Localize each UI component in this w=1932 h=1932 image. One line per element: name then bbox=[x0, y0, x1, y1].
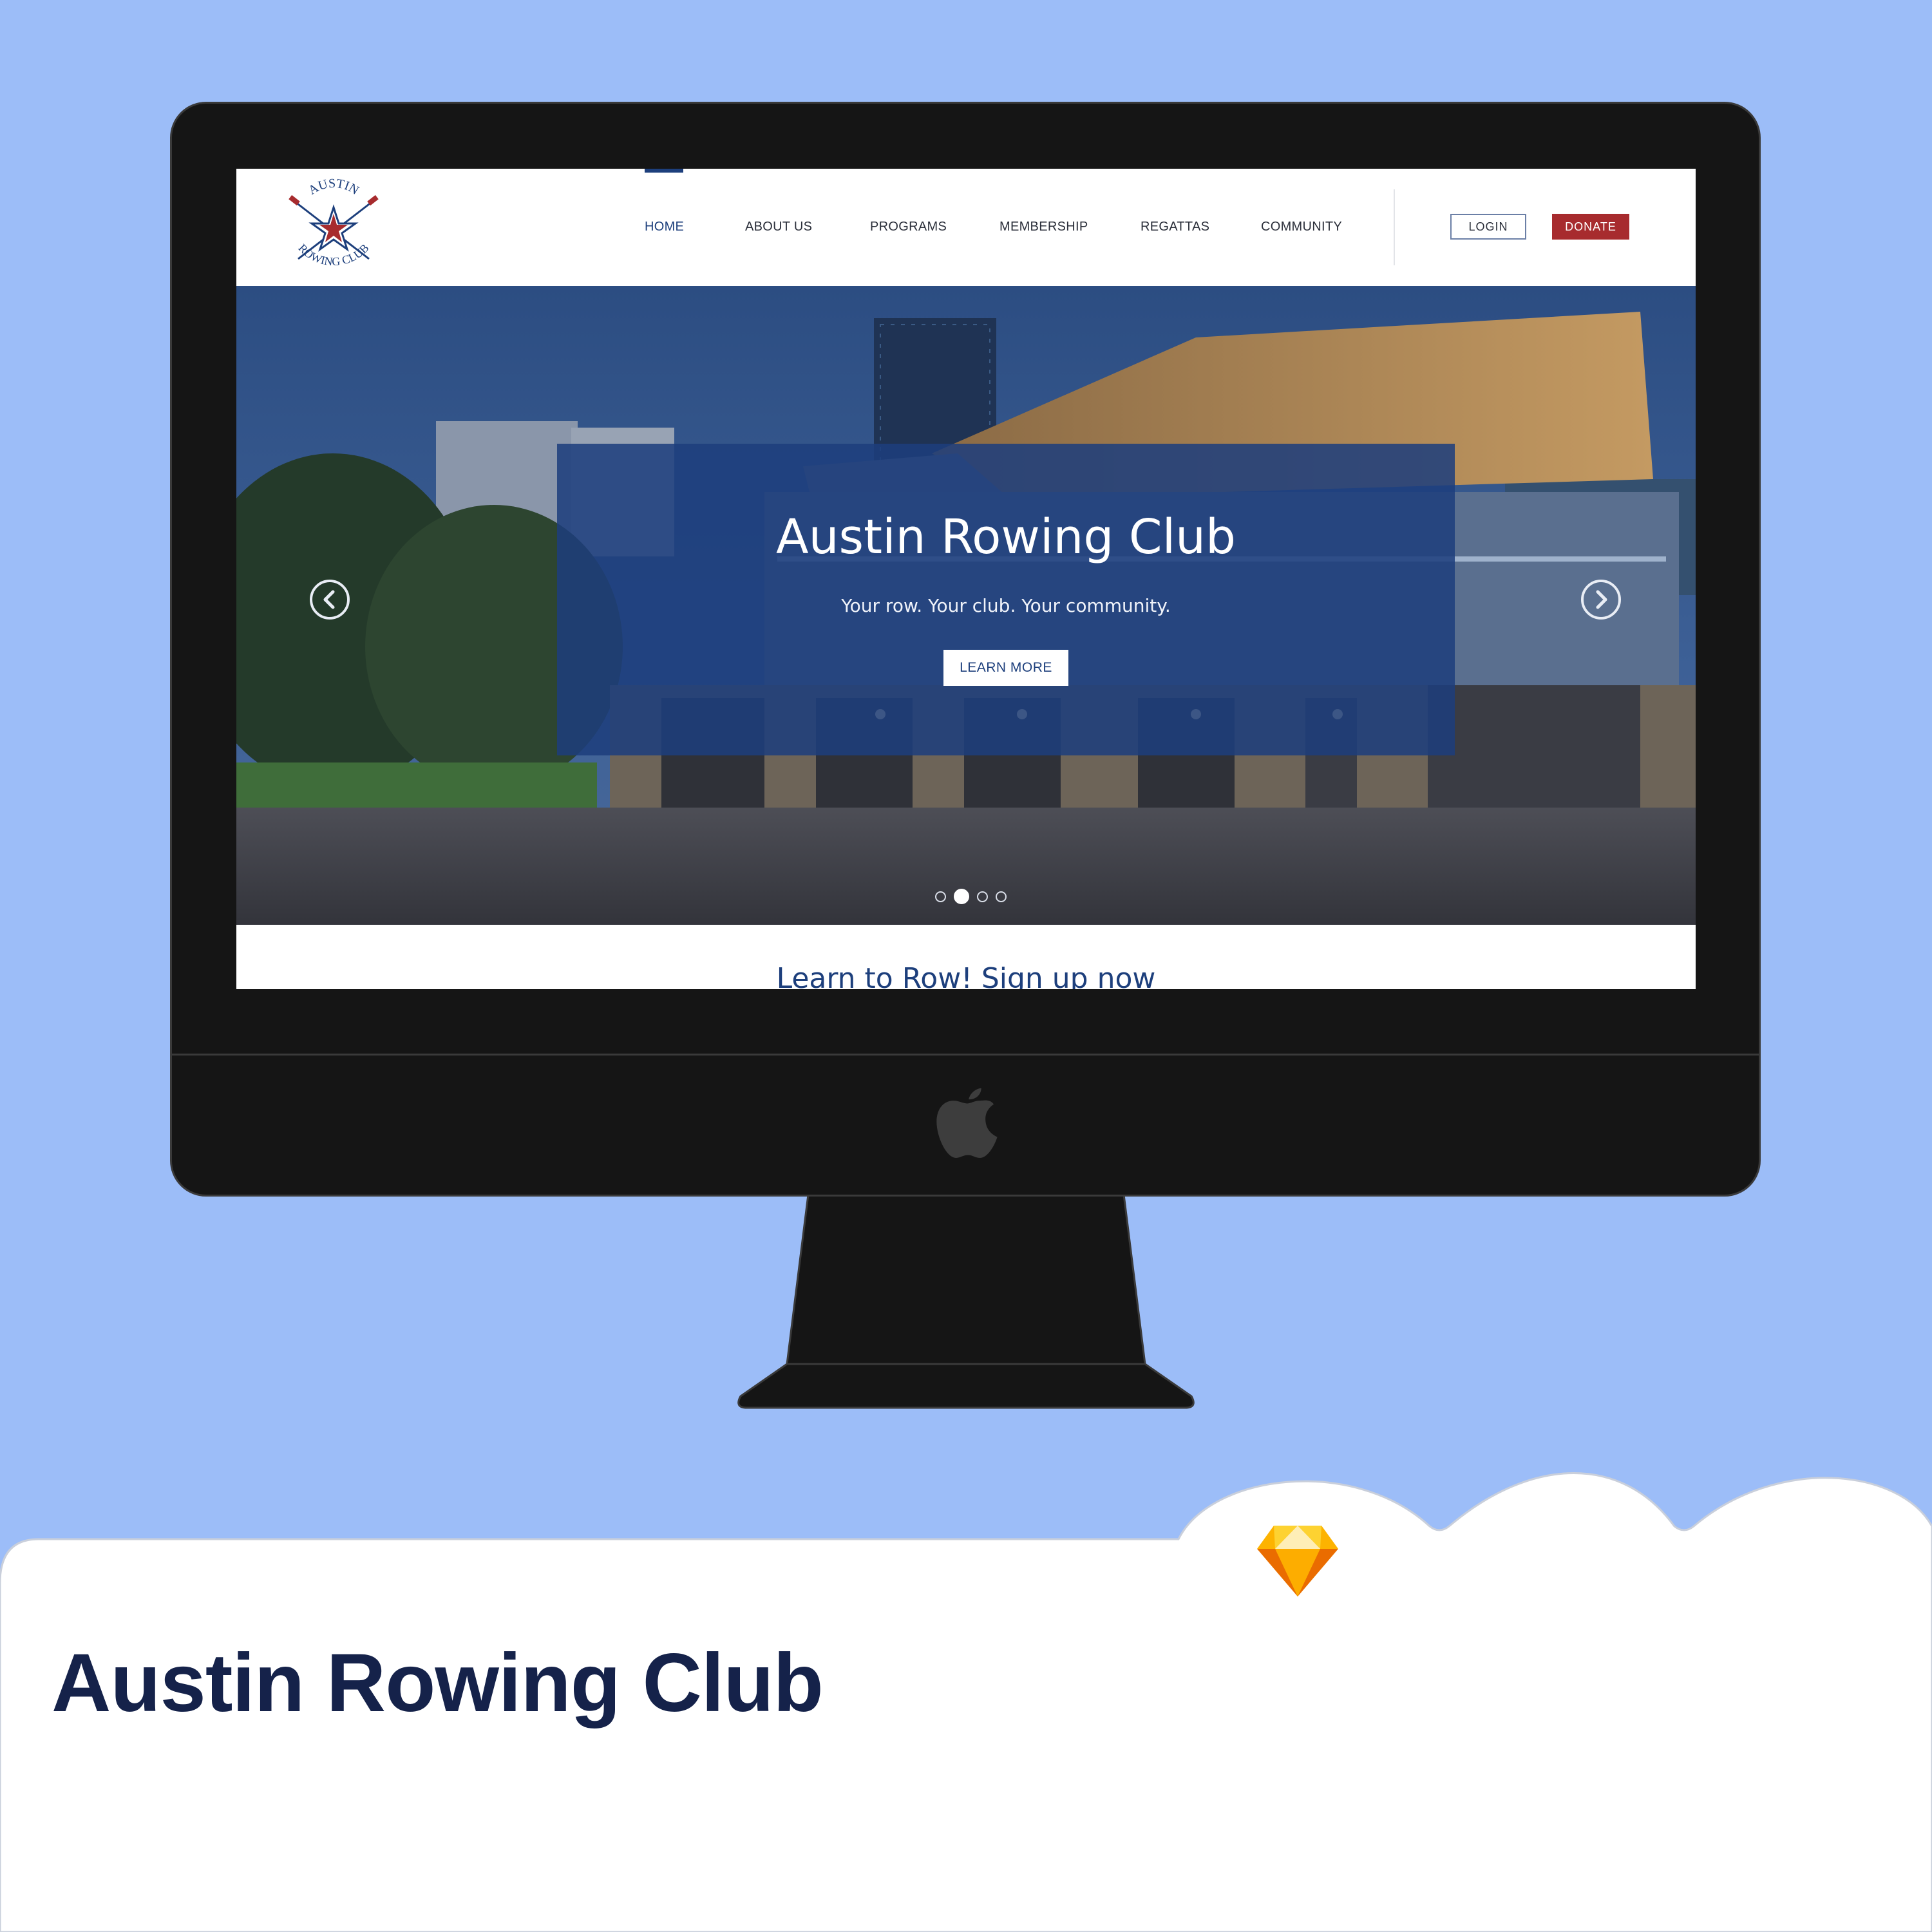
monitor-screen: AUSTIN ROWING CLUB HOME ABOUT US PROGRAM… bbox=[236, 169, 1696, 989]
apple-logo-icon bbox=[936, 1088, 998, 1158]
learn-more-button[interactable]: LEARN MORE bbox=[943, 650, 1068, 686]
club-logo[interactable]: AUSTIN ROWING CLUB bbox=[281, 176, 386, 281]
chevron-right-circle-icon[interactable] bbox=[1580, 579, 1622, 620]
slide-dot-2[interactable] bbox=[954, 889, 969, 904]
donate-button[interactable]: DONATE bbox=[1552, 214, 1629, 240]
site-header: AUSTIN ROWING CLUB HOME ABOUT US PROGRAM… bbox=[236, 169, 1696, 287]
page-title: Austin Rowing Club bbox=[52, 1637, 824, 1729]
nav-item-about-us[interactable]: ABOUT US bbox=[745, 220, 812, 234]
hero-subtitle: Your row. Your club. Your community. bbox=[841, 595, 1171, 616]
nav-item-regattas[interactable]: REGATTAS bbox=[1141, 220, 1209, 234]
nav-divider bbox=[1394, 189, 1395, 265]
monitor-chin-divider bbox=[172, 1054, 1759, 1056]
learn-to-row-heading[interactable]: Learn to Row! Sign up now bbox=[236, 962, 1696, 989]
hero-title: Austin Rowing Club bbox=[775, 509, 1236, 565]
nav-item-programs[interactable]: PROGRAMS bbox=[870, 220, 947, 234]
slide-dot-3[interactable] bbox=[977, 891, 988, 902]
nav-active-indicator bbox=[645, 169, 683, 173]
hero-caption-panel: Austin Rowing Club Your row. Your club. … bbox=[557, 444, 1455, 755]
hero-slider: Austin Rowing Club Your row. Your club. … bbox=[236, 286, 1696, 925]
slide-dot-1[interactable] bbox=[935, 891, 946, 902]
login-button[interactable]: LOGIN bbox=[1450, 214, 1526, 240]
chevron-left-circle-icon[interactable] bbox=[309, 579, 350, 620]
slider-pagination bbox=[935, 888, 1007, 905]
nav-item-community[interactable]: COMMUNITY bbox=[1261, 220, 1342, 234]
logo-top-text: AUSTIN bbox=[306, 176, 361, 198]
slide-dot-4[interactable] bbox=[996, 891, 1007, 902]
nav-item-membership[interactable]: MEMBERSHIP bbox=[999, 220, 1088, 234]
sketch-diamond-icon bbox=[1257, 1526, 1338, 1596]
nav-item-home[interactable]: HOME bbox=[645, 220, 684, 234]
logo-bottom-text: ROWING CLUB bbox=[296, 242, 371, 268]
